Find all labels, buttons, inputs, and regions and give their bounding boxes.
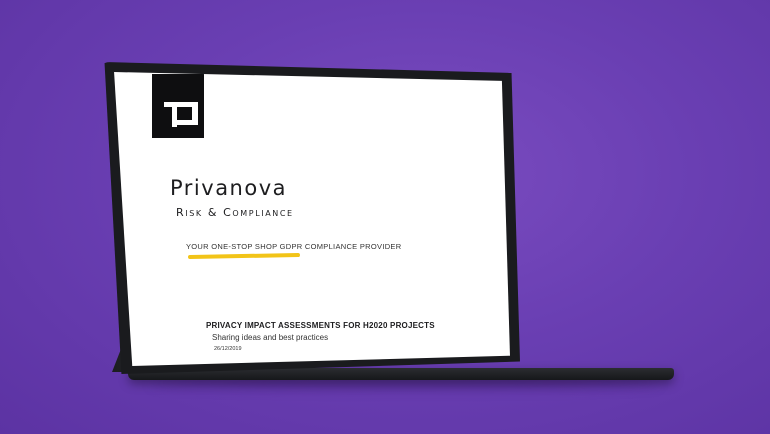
presentation-subtitle: Sharing ideas and best practices [212,333,329,342]
tagline: YOUR ONE-STOP SHOP GDPR COMPLIANCE PROVI… [186,242,402,251]
brand-subtitle: Risk & Compliance [176,206,294,219]
presentation-date: 26/12/2019 [214,346,242,352]
tablet: Privanova Risk & Compliance YOUR ONE-STO… [0,0,770,434]
tablet-screen: Privanova Risk & Compliance YOUR ONE-STO… [114,72,510,366]
presentation-title: PRIVACY IMPACT ASSESSMENTS FOR H2020 PRO… [206,321,435,330]
tagline-underline [187,253,301,259]
scene: Privanova Risk & Compliance YOUR ONE-STO… [0,0,770,434]
brand-name: Privanova [170,176,288,200]
privanova-logo-icon [152,74,204,138]
